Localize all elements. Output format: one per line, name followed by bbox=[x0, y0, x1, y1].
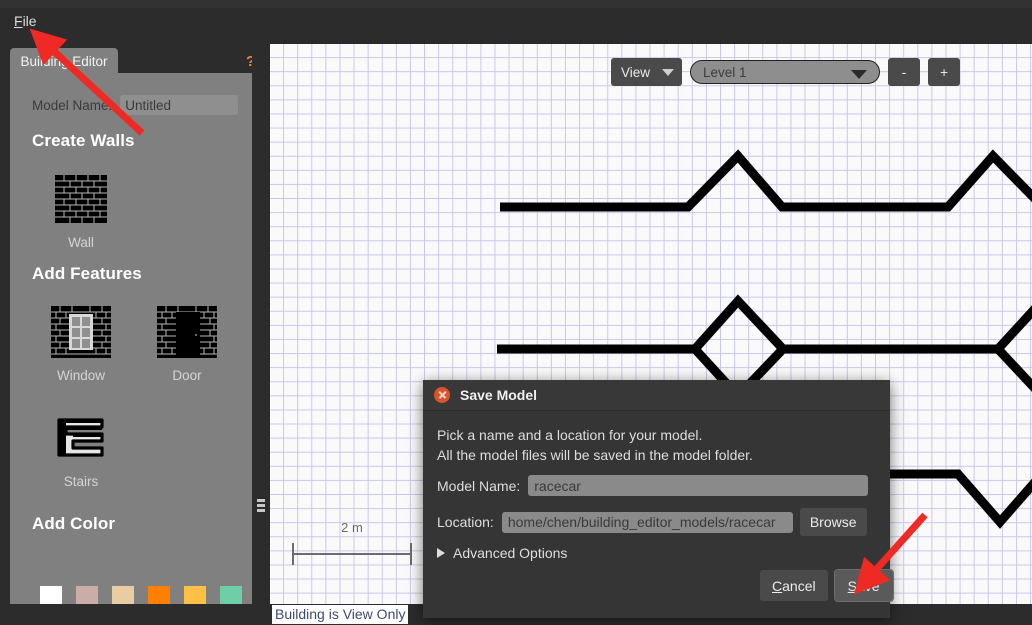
brick-wall-icon bbox=[55, 175, 107, 223]
stairs-icon bbox=[57, 418, 104, 457]
scale-bar-line bbox=[292, 553, 412, 555]
dialog-location-label: Location: bbox=[437, 514, 494, 530]
tool-stairs[interactable]: Stairs bbox=[34, 410, 128, 489]
tab-building-editor-label: Building Editor bbox=[20, 53, 108, 69]
dialog-description-line2: All the model files will be saved in the… bbox=[437, 447, 753, 463]
view-menu-button[interactable]: View bbox=[611, 58, 683, 86]
scale-bar-tick-left bbox=[292, 543, 294, 565]
level-select[interactable]: Level 1 bbox=[690, 60, 881, 84]
dialog-model-name-row: Model Name: bbox=[437, 475, 869, 496]
status-message: Building is View Only bbox=[272, 605, 409, 624]
chevron-down-icon bbox=[851, 70, 868, 79]
dialog-location-input[interactable] bbox=[501, 511, 793, 533]
title-strip bbox=[0, 0, 1032, 8]
advanced-options-label: Advanced Options bbox=[453, 545, 568, 561]
canvas-toolbar: View Level 1 - + bbox=[611, 58, 961, 86]
chevron-down-icon bbox=[662, 68, 675, 76]
section-title-create-walls: Create Walls bbox=[32, 131, 135, 150]
menu-bar: File bbox=[0, 0, 1032, 40]
wall-segment-third bbox=[870, 469, 1032, 529]
scale-bar: 2 m bbox=[292, 520, 412, 565]
dialog-action-buttons: Cancel Save bbox=[760, 569, 894, 602]
section-title-add-features: Add Features bbox=[32, 264, 142, 283]
splitter-grip-icon bbox=[257, 499, 265, 513]
save-rest: ave bbox=[856, 577, 880, 594]
menu-file-mnemonic: F bbox=[14, 13, 23, 29]
scale-bar-tick-right bbox=[410, 543, 412, 565]
tool-door-label: Door bbox=[172, 368, 202, 383]
dialog-description-line1: Pick a name and a location for your mode… bbox=[437, 427, 703, 443]
dialog-model-name-input[interactable] bbox=[528, 475, 869, 496]
tool-window-label: Window bbox=[56, 368, 105, 383]
tab-building-editor[interactable]: Building Editor bbox=[10, 48, 118, 74]
cancel-mnemonic: C bbox=[772, 577, 783, 594]
triangle-right-icon bbox=[437, 548, 445, 558]
bottom-filler-left bbox=[0, 604, 270, 625]
model-name-label: Model Name: bbox=[32, 97, 113, 113]
dialog-body: Pick a name and a location for your mode… bbox=[423, 411, 890, 465]
advanced-options-toggle[interactable]: Advanced Options bbox=[437, 545, 567, 561]
zoom-out-button[interactable]: - bbox=[888, 58, 921, 86]
tool-door[interactable]: Door bbox=[140, 304, 234, 383]
menu-file[interactable]: File bbox=[12, 13, 39, 29]
scale-bar-graphic bbox=[292, 543, 412, 565]
wall-diamond-2-bottom-left bbox=[994, 345, 1032, 392]
dialog-titlebar: Save Model bbox=[423, 380, 890, 411]
close-icon[interactable] bbox=[434, 387, 450, 403]
section-title-add-color: Add Color bbox=[32, 514, 116, 533]
browse-button[interactable]: Browse bbox=[799, 508, 867, 536]
cancel-rest: ancel bbox=[782, 577, 816, 594]
model-name-row: Model Name: bbox=[32, 95, 239, 115]
view-menu-label: View bbox=[621, 64, 651, 80]
save-button[interactable]: Save bbox=[833, 569, 894, 602]
window-icon bbox=[51, 306, 111, 358]
left-panel: Building Editor ? Model Name: Create Wal… bbox=[0, 40, 268, 625]
model-name-input[interactable] bbox=[120, 95, 239, 115]
tool-stairs-label: Stairs bbox=[63, 474, 99, 489]
cancel-button[interactable]: Cancel bbox=[760, 570, 828, 601]
dialog-title: Save Model bbox=[460, 387, 538, 403]
save-mnemonic: S bbox=[847, 577, 857, 594]
tool-window[interactable]: Window bbox=[34, 304, 128, 383]
zoom-in-button[interactable]: + bbox=[928, 58, 961, 86]
wall-segment-lower-top bbox=[497, 294, 1032, 354]
scale-bar-value: 2 m bbox=[341, 520, 363, 535]
panel-splitter[interactable] bbox=[252, 44, 270, 625]
menu-file-rest: ile bbox=[22, 13, 37, 29]
dialog-model-name-label: Model Name: bbox=[437, 477, 521, 494]
level-select-value: Level 1 bbox=[703, 64, 747, 80]
door-icon bbox=[157, 306, 217, 358]
left-panel-body: Model Name: Create Walls bbox=[10, 73, 258, 625]
wall-segment-upper bbox=[500, 149, 1032, 212]
tool-wall[interactable]: Wall bbox=[34, 171, 128, 250]
tool-wall-label: Wall bbox=[68, 235, 94, 250]
dialog-location-row: Location: Browse bbox=[437, 508, 867, 536]
building-editor-window: File Building Editor ? Model Name: Creat… bbox=[0, 0, 1032, 625]
